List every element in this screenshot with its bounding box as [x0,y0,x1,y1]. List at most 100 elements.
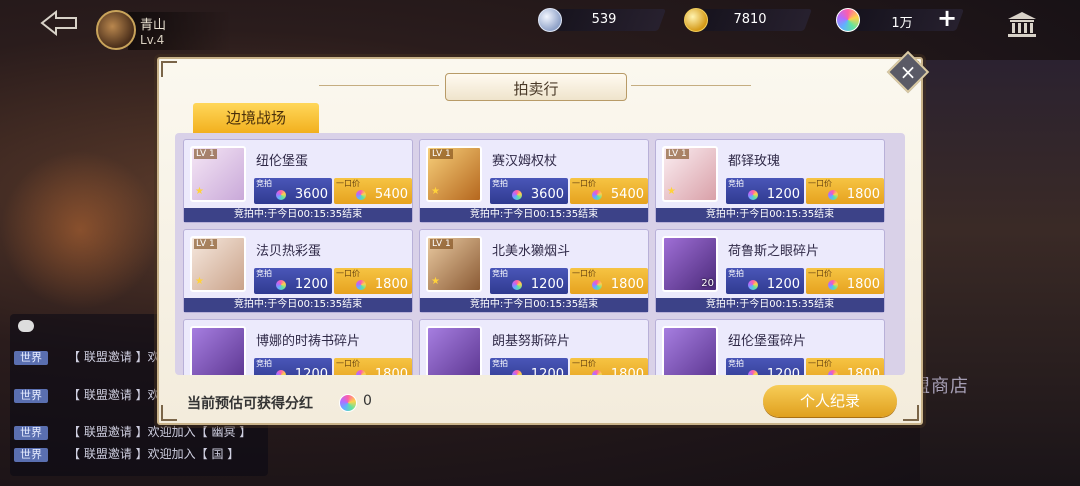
bid-amount: 1200 [294,277,328,292]
item-name: 纽伦堡蛋 [256,154,309,169]
buyout-price[interactable]: 一口价 1800 [806,268,884,294]
item-name: 朗基努斯碎片 [492,334,571,349]
auction-item[interactable]: LV 1 ★ 法贝热彩蛋 竞拍 1200 一口价 1800 竞拍中:于今日00:… [183,229,413,313]
auction-item[interactable]: LV 1 ★ 赛汉姆权杖 竞拍 3600 一口价 5400 竞拍中:于今日00:… [419,139,649,223]
bid-price[interactable]: 竞拍 1200 [254,268,332,294]
bid-label: 竞拍 [492,179,508,188]
silver-value: 539 [591,12,617,27]
bank-icon[interactable] [1006,10,1038,38]
buyout-price[interactable]: 一口价 1800 [570,358,648,375]
item-portrait [662,326,718,375]
auction-item[interactable]: 博娜的时祷书碎片 竞拍 1200 一口价 1800 [183,319,413,375]
auction-status: 竞拍中:于今日00:15:35结束 [184,208,412,222]
gem-icon [592,370,602,375]
auction-item[interactable]: 20 荷鲁斯之眼碎片 竞拍 1200 一口价 1800 竞拍中:于今日00:15… [655,229,885,313]
frame-corner [161,405,177,421]
bid-price[interactable]: 竞拍 1200 [726,268,804,294]
buyout-amount: 1800 [846,277,880,292]
auction-listing-grid[interactable]: LV 1 ★ 纽伦堡蛋 竞拍 3600 一口价 5400 竞拍中:于今日00:1… [175,133,905,375]
gem-icon [276,370,286,375]
title-decoration [631,85,751,86]
bid-price[interactable]: 竞拍 1200 [490,268,568,294]
bid-price[interactable]: 竞拍 1200 [726,358,804,375]
bid-label: 竞拍 [256,179,272,188]
chat-bubble-icon[interactable] [18,320,34,332]
auction-modal: 拍卖行 × 边境战场 LV 1 ★ 纽伦堡蛋 竞拍 3600 一口价 5400 … [157,50,930,425]
item-portrait: LV 1 ★ [190,146,246,202]
bid-amount: 1200 [530,277,564,292]
tab-border-battlefield[interactable]: 边境战场 [193,103,319,133]
bid-price[interactable]: 竞拍 1200 [254,358,332,375]
auction-item[interactable]: 纽伦堡蛋碎片 竞拍 1200 一口价 1800 [655,319,885,375]
chat-message-text: 【 联盟邀请 】欢 [68,388,160,402]
player-level: Lv.4 [140,33,165,47]
gem-icon [356,280,366,290]
bid-price[interactable]: 竞拍 3600 [254,178,332,204]
auction-item[interactable]: LV 1 ★ 北美水獭烟斗 竞拍 1200 一口价 1800 竞拍中:于今日00… [419,229,649,313]
bid-price[interactable]: 竞拍 1200 [726,178,804,204]
bid-price[interactable]: 竞拍 3600 [490,178,568,204]
bid-price[interactable]: 竞拍 1200 [490,358,568,375]
item-level: LV 1 [194,239,217,249]
gem-icon [592,190,602,200]
star-icon: ★ [667,186,676,197]
dividend-label: 当前预估可获得分红 [187,396,313,412]
chat-channel-tag: 世界 [14,351,48,365]
add-gem-button[interactable]: + [936,6,958,30]
auction-item[interactable]: LV 1 ★ 纽伦堡蛋 竞拍 3600 一口价 5400 竞拍中:于今日00:1… [183,139,413,223]
buyout-amount: 1800 [374,367,408,375]
personal-record-button[interactable]: 个人纪录 [763,385,897,417]
background-glow [0,150,160,310]
gem-value: 1万 [891,16,913,31]
auction-item[interactable]: 朗基努斯碎片 竞拍 1200 一口价 1800 [419,319,649,375]
chat-message: 世界 【 联盟邀请 】欢迎加入【 幽冥 】 [14,423,252,440]
buyout-price[interactable]: 一口价 5400 [570,178,648,204]
chat-message-text: 【 联盟邀请 】欢迎加入【 国 】 [68,447,240,461]
item-name: 北美水獭烟斗 [492,244,571,259]
buyout-label: 一口价 [808,269,832,278]
item-name: 赛汉姆权杖 [492,154,558,169]
buyout-price[interactable]: 一口价 1800 [334,268,412,294]
item-level: LV 1 [430,239,453,249]
bid-label: 竞拍 [728,359,744,368]
buyout-amount: 1800 [846,187,880,202]
item-name: 法贝热彩蛋 [256,244,322,259]
star-icon: ★ [195,276,204,287]
auction-item[interactable]: LV 1 ★ 都铎玫瑰 竞拍 1200 一口价 1800 竞拍中:于今日00:1… [655,139,885,223]
item-name: 博娜的时祷书碎片 [256,334,361,349]
modal-title-plate: 拍卖行 [445,73,627,101]
buyout-label: 一口价 [336,179,360,188]
buyout-price[interactable]: 一口价 1800 [334,358,412,375]
background-building [920,60,1080,486]
player-avatar[interactable] [96,10,136,50]
chat-message: 世界 【 联盟邀请 】欢 [14,386,160,403]
buyout-label: 一口价 [572,269,596,278]
auction-status: 竞拍中:于今日00:15:35结束 [420,298,648,312]
silver-coin-icon [538,8,562,32]
buyout-amount: 5400 [610,187,644,202]
close-button[interactable]: × [886,50,930,94]
close-icon: × [899,60,917,84]
auction-status: 竞拍中:于今日00:15:35结束 [420,208,648,222]
chat-channel-tag: 世界 [14,448,48,462]
bid-label: 竞拍 [492,269,508,278]
bid-amount: 1200 [766,187,800,202]
bid-amount: 3600 [294,187,328,202]
buyout-price[interactable]: 一口价 1800 [570,268,648,294]
chat-message-text: 【 联盟邀请 】欢迎加入【 幽冥 】 [68,425,252,439]
item-portrait: 20 [662,236,718,292]
buyout-price[interactable]: 一口价 5400 [334,178,412,204]
buyout-label: 一口价 [572,179,596,188]
buyout-amount: 1800 [610,277,644,292]
item-portrait: LV 1 ★ [662,146,718,202]
buyout-amount: 1800 [846,367,880,375]
gem-icon [276,190,286,200]
gem-icon [748,280,758,290]
item-level: LV 1 [666,149,689,159]
buyout-label: 一口价 [808,359,832,368]
buyout-price[interactable]: 一口价 1800 [806,178,884,204]
star-icon: ★ [195,186,204,197]
back-arrow-icon[interactable] [40,10,78,36]
buyout-label: 一口价 [572,359,596,368]
buyout-price[interactable]: 一口价 1800 [806,358,884,375]
